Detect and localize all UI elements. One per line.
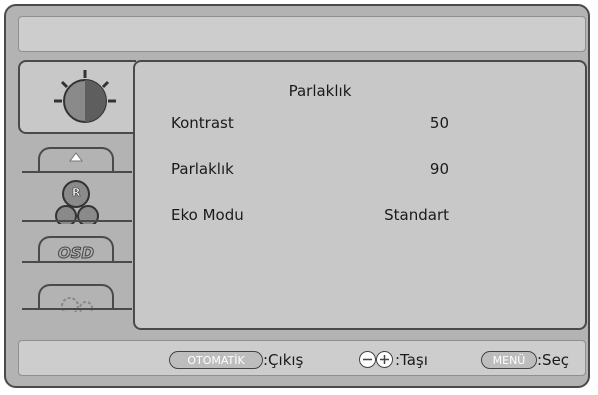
menu-action-label: :Seç	[537, 351, 570, 369]
menu-key[interactable]: MENÜ	[481, 351, 537, 369]
settings-panel: Parlaklık Kontrast 50 Parlaklık 90 Eko M…	[133, 60, 587, 330]
footer-bar: OTOMATİK :Çıkış :Taşı MENÜ :Seç	[18, 340, 586, 376]
osd-text-icon: OSD	[57, 244, 94, 263]
title-bar	[18, 16, 586, 52]
row-label-kontrast[interactable]: Kontrast	[171, 114, 234, 132]
tab-color[interactable]: R	[38, 176, 114, 227]
tab-setup[interactable]	[38, 284, 114, 312]
color-r-label: R	[72, 186, 81, 199]
row-label-eko-modu[interactable]: Eko Modu	[171, 206, 244, 224]
tab-divider	[22, 220, 132, 222]
tab-divider	[22, 261, 132, 263]
row-value-kontrast: 50	[429, 114, 449, 132]
row-label-parlaklik[interactable]: Parlaklık	[171, 160, 234, 178]
move-action-label: :Taşı	[395, 351, 428, 369]
tab-rail: R OSD	[18, 60, 136, 314]
brightness-knob-icon	[54, 70, 116, 123]
minus-icon[interactable]	[359, 351, 376, 368]
rgb-balls-icon: R	[55, 180, 99, 227]
tab-divider	[22, 171, 132, 173]
auto-key[interactable]: OTOMATİK	[169, 351, 263, 369]
auto-action-label: :Çıkış	[263, 351, 304, 369]
tab-divider	[22, 308, 132, 310]
tab-osd[interactable]: OSD	[38, 236, 114, 263]
row-value-parlaklik: 90	[429, 160, 449, 178]
row-value-eko-modu: Standart	[384, 206, 449, 224]
panel-title: Parlaklık	[288, 82, 352, 100]
tab-picture[interactable]	[18, 60, 136, 134]
triangle-up-icon	[69, 152, 83, 162]
tab-position[interactable]	[38, 147, 114, 173]
plus-icon[interactable]	[376, 351, 393, 368]
